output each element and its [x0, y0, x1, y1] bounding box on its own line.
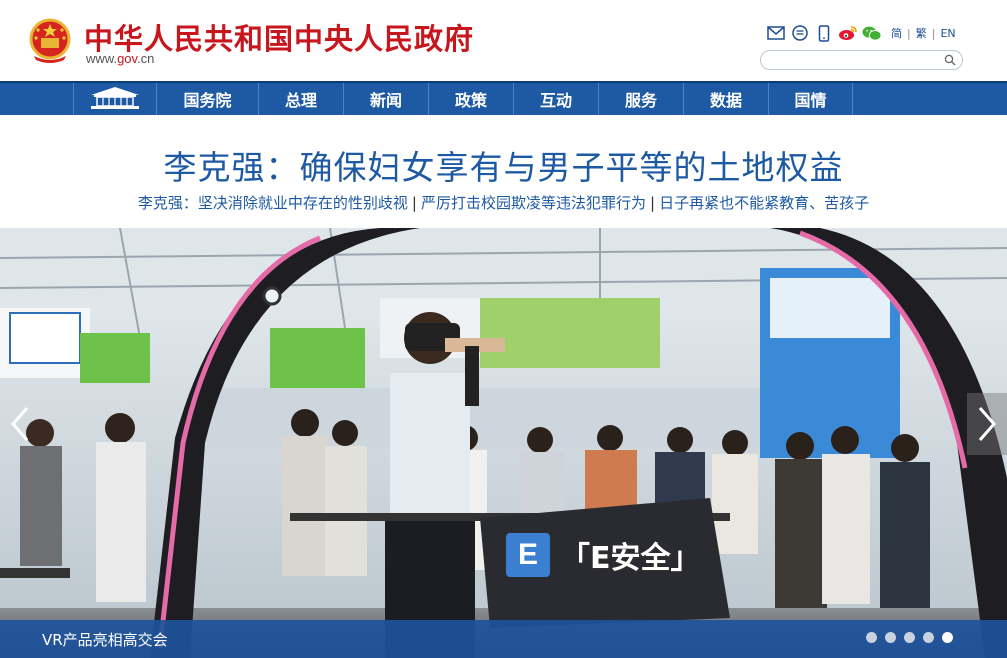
photo-carousel[interactable]: E 「E安全」 VR产品亮相高交会 — [0, 228, 1007, 658]
carousel-dot[interactable] — [923, 632, 934, 643]
carousel-caption[interactable]: VR产品亮相高交会 — [42, 629, 168, 650]
search-box — [760, 50, 963, 72]
search-icon[interactable] — [944, 54, 956, 66]
nav-item-state-council[interactable]: 国务院 — [156, 83, 258, 115]
national-emblem-logo[interactable] — [28, 18, 72, 64]
lang-english[interactable]: EN — [940, 27, 955, 40]
lang-separator: | — [907, 26, 911, 40]
chevron-left-icon — [11, 407, 29, 441]
site-url: www.gov.cn — [86, 51, 154, 66]
main-nav: 国务院 总理 新闻 政策 互动 服务 数据 国情 — [0, 81, 1007, 115]
nav-item-interaction[interactable]: 互动 — [513, 83, 598, 115]
nav-item-premier[interactable]: 总理 — [258, 83, 343, 115]
lang-simplified[interactable]: 简 — [891, 25, 902, 41]
building-icon — [91, 87, 139, 109]
lang-traditional[interactable]: 繁 — [916, 25, 927, 41]
sub-headline-link[interactable]: 李克强：坚决消除就业中存在的性别歧视 — [138, 194, 408, 212]
mobile-icon[interactable] — [814, 23, 834, 43]
carousel-next-button[interactable] — [967, 393, 1007, 455]
carousel-dots — [858, 632, 953, 643]
sub-headline-separator: | — [650, 194, 656, 212]
headline-subitems: 李克强：坚决消除就业中存在的性别歧视 | 严厉打击校园欺凌等违法犯罪行为 | 日子再紧也… — [0, 192, 1007, 213]
weibo-icon[interactable] — [838, 23, 858, 43]
nav-home-button[interactable] — [73, 83, 156, 115]
carousel-dot[interactable] — [904, 632, 915, 643]
sub-headline-link[interactable]: 日子再紧也不能紧教育、苦孩子 — [659, 194, 869, 212]
sub-headline-link[interactable]: 严厉打击校园欺凌等违法犯罪行为 — [421, 194, 646, 212]
search-input[interactable] — [769, 54, 944, 72]
headline-title[interactable]: 李克强：确保妇女享有与男子平等的土地权益 — [0, 141, 1007, 189]
lang-separator: | — [931, 26, 936, 40]
message-icon[interactable] — [790, 23, 810, 43]
header: 中华人民共和国中央人民政府 www.gov.cn 简 | 繁 | EN — [0, 0, 1007, 82]
nav-item-national-info[interactable]: 国情 — [768, 83, 853, 115]
carousel-caption-bar: VR产品亮相高交会 — [0, 620, 1007, 658]
watermark-text: 「E安全」 — [560, 541, 701, 576]
url-prefix: www. — [86, 51, 118, 66]
nav-item-policy[interactable]: 政策 — [428, 83, 513, 115]
nav-item-service[interactable]: 服务 — [598, 83, 683, 115]
nav-item-data[interactable]: 数据 — [683, 83, 768, 115]
carousel-dot[interactable] — [885, 632, 896, 643]
nav-item-news[interactable]: 新闻 — [343, 83, 428, 115]
nav-items: 国务院 总理 新闻 政策 互动 服务 数据 国情 — [73, 83, 853, 115]
watermark: E 「E安全」 — [506, 532, 701, 578]
carousel-prev-button[interactable] — [0, 393, 40, 455]
url-highlight: gov — [117, 51, 138, 66]
mail-icon[interactable] — [766, 23, 786, 43]
carousel-dot-active[interactable] — [942, 632, 953, 643]
watermark-logo: E — [506, 533, 550, 577]
wechat-icon[interactable] — [862, 23, 882, 43]
url-suffix: .cn — [137, 51, 155, 66]
carousel-dot[interactable] — [866, 632, 877, 643]
chevron-right-icon — [978, 407, 996, 441]
header-tools: 简 | 繁 | EN — [766, 22, 961, 44]
carousel-photo[interactable] — [0, 228, 1007, 658]
sub-headline-separator: | — [411, 194, 417, 212]
